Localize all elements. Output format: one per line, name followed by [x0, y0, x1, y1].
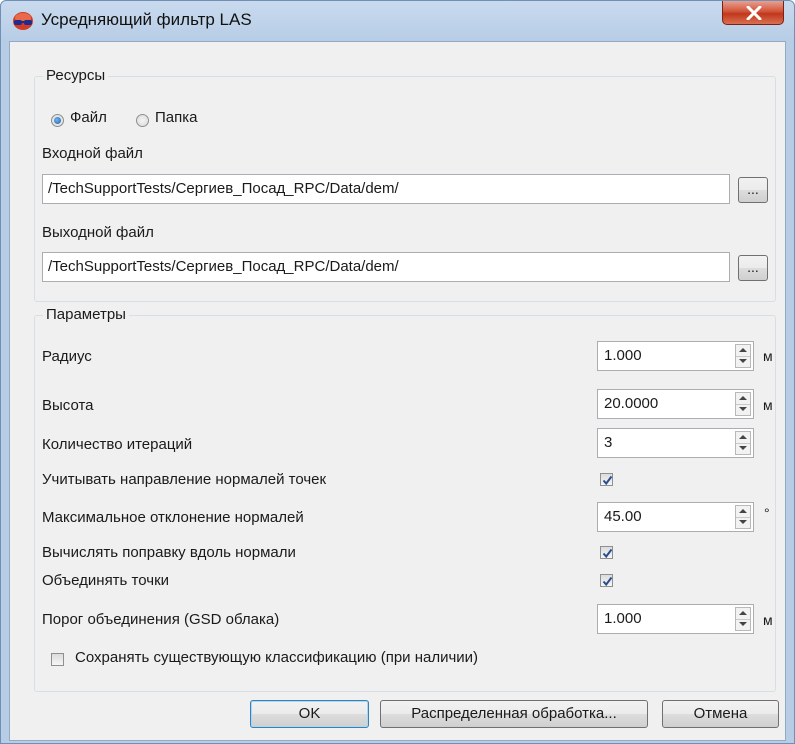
height-unit: м [763, 397, 773, 413]
file-radio-label: Файл [70, 109, 107, 126]
max-deviation-unit: ° [764, 505, 770, 521]
output-file-label: Выходной файл [42, 224, 154, 241]
input-file-label: Входной файл [42, 145, 143, 162]
output-browse-button[interactable]: ... [738, 255, 768, 281]
file-radio[interactable] [51, 114, 64, 127]
folder-radio-label: Папка [155, 109, 198, 126]
height-label: Высота [42, 397, 94, 414]
merge-threshold-value: 1.000 [604, 610, 642, 627]
window-title: Усредняющий фильтр LAS [41, 10, 252, 29]
radius-spinbox[interactable]: 1.000 [597, 341, 754, 371]
input-file-field[interactable]: /TechSupportTests/Сергиев_Посад_RPC/Data… [42, 174, 730, 204]
iterations-spinbox[interactable]: 3 [597, 428, 754, 458]
iterations-label: Количество итераций [42, 436, 193, 453]
max-deviation-spinbox[interactable]: 45.00 [597, 502, 754, 532]
distributed-processing-button[interactable]: Распределенная обработка... [380, 700, 648, 728]
normals-direction-label: Учитывать направление нормалей точек [42, 471, 327, 488]
iterations-spin-buttons[interactable] [735, 431, 751, 455]
radius-unit: м [763, 348, 773, 364]
resources-group: Ресурсы Файл Папка Входной файл /TechSup… [34, 67, 776, 302]
spin-down-icon[interactable] [736, 356, 750, 367]
glasses-app-icon [12, 11, 34, 31]
dialog-window: Усредняющий фильтр LAS Ресурсы Файл Папк… [0, 0, 795, 744]
iterations-value: 3 [604, 434, 613, 451]
merge-points-label: Объединять точки [42, 572, 170, 589]
max-deviation-label: Максимальное отклонение нормалей [42, 509, 304, 526]
merge-points-checkbox[interactable] [600, 574, 613, 587]
close-icon [746, 6, 762, 20]
cancel-button[interactable]: Отмена [662, 700, 779, 728]
keep-classification-label: Сохранять существующую классификацию (пр… [75, 649, 479, 666]
checkmark-icon [602, 576, 613, 587]
spin-down-icon[interactable] [736, 517, 750, 528]
spin-down-icon[interactable] [736, 443, 750, 454]
normals-direction-checkbox[interactable] [600, 473, 613, 486]
parameters-group-title: Параметры [43, 306, 129, 323]
height-spinbox[interactable]: 20.0000 [597, 389, 754, 419]
dialog-body: Ресурсы Файл Папка Входной файл /TechSup… [9, 41, 786, 741]
checkmark-icon [602, 475, 613, 486]
spin-down-icon[interactable] [736, 404, 750, 415]
radius-spin-buttons[interactable] [735, 344, 751, 368]
close-button[interactable] [722, 1, 784, 25]
merge-threshold-label: Порог объединения (GSD облака) [42, 611, 280, 628]
height-value: 20.0000 [604, 395, 659, 412]
radius-label: Радиус [42, 348, 92, 365]
title-bar[interactable]: Усредняющий фильтр LAS [1, 1, 794, 41]
max-deviation-value: 45.00 [604, 508, 642, 525]
input-browse-button[interactable]: ... [738, 177, 768, 203]
keep-classification-checkbox[interactable] [51, 653, 64, 666]
merge-threshold-spin-buttons[interactable] [735, 607, 751, 631]
max-deviation-spin-buttons[interactable] [735, 505, 751, 529]
output-file-field[interactable]: /TechSupportTests/Сергиев_Посад_RPC/Data… [42, 252, 730, 282]
correction-label: Вычислять поправку вдоль нормали [42, 544, 296, 561]
parameters-group: Параметры Радиус 1.000 м Высота 20.0000 [34, 306, 776, 692]
ok-button[interactable]: OK [250, 700, 369, 728]
height-spin-buttons[interactable] [735, 392, 751, 416]
folder-radio[interactable] [136, 114, 149, 127]
merge-threshold-unit: м [763, 612, 773, 628]
correction-checkbox[interactable] [600, 546, 613, 559]
radius-value: 1.000 [604, 347, 642, 364]
spin-down-icon[interactable] [736, 619, 750, 630]
checkmark-icon [602, 548, 613, 559]
merge-threshold-spinbox[interactable]: 1.000 [597, 604, 754, 634]
resources-group-title: Ресурсы [43, 67, 109, 84]
